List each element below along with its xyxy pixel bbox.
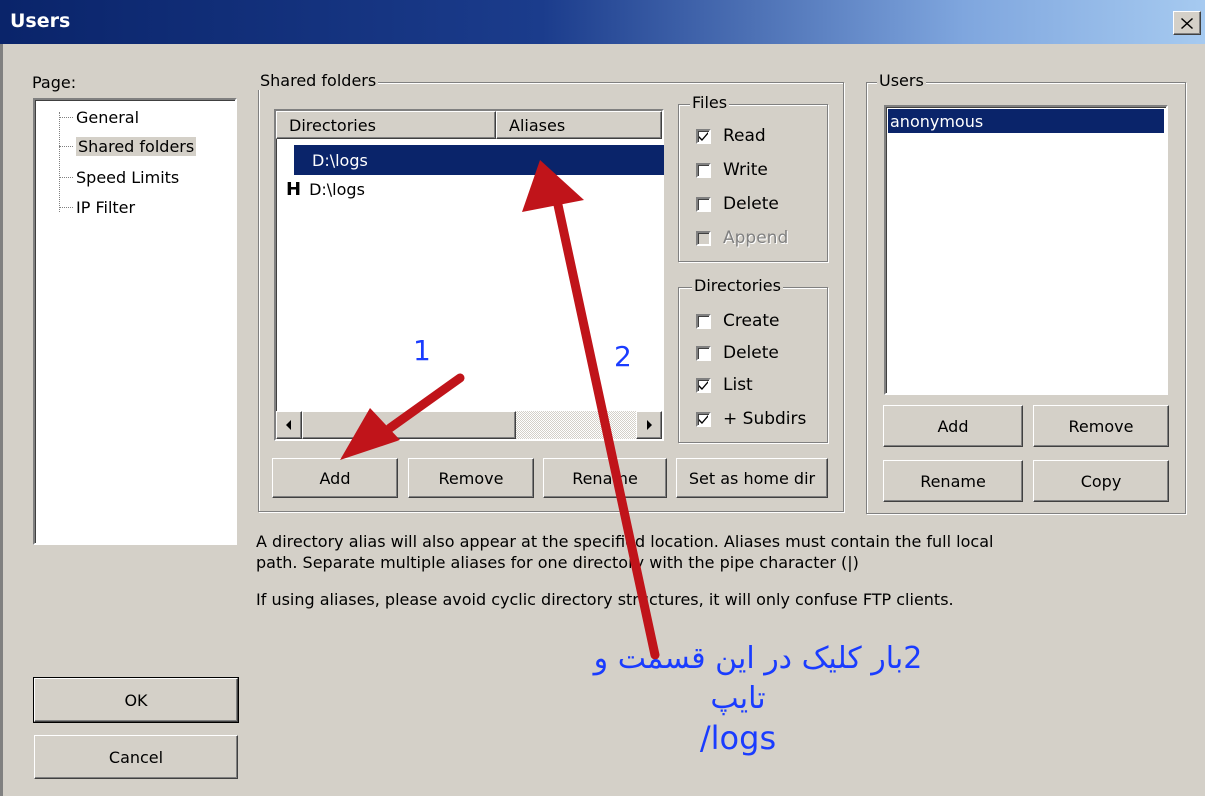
instruction-line-2: تایپ <box>710 681 766 716</box>
instruction-line-3: /logs <box>699 719 777 757</box>
step-2-label: 2 <box>614 340 632 373</box>
instruction-line-1: 2بار کلیک در این قسمت و <box>593 641 923 676</box>
arrow-step-2 <box>522 160 660 660</box>
step-1-label: 1 <box>413 334 431 367</box>
arrow-step-1 <box>340 373 465 460</box>
